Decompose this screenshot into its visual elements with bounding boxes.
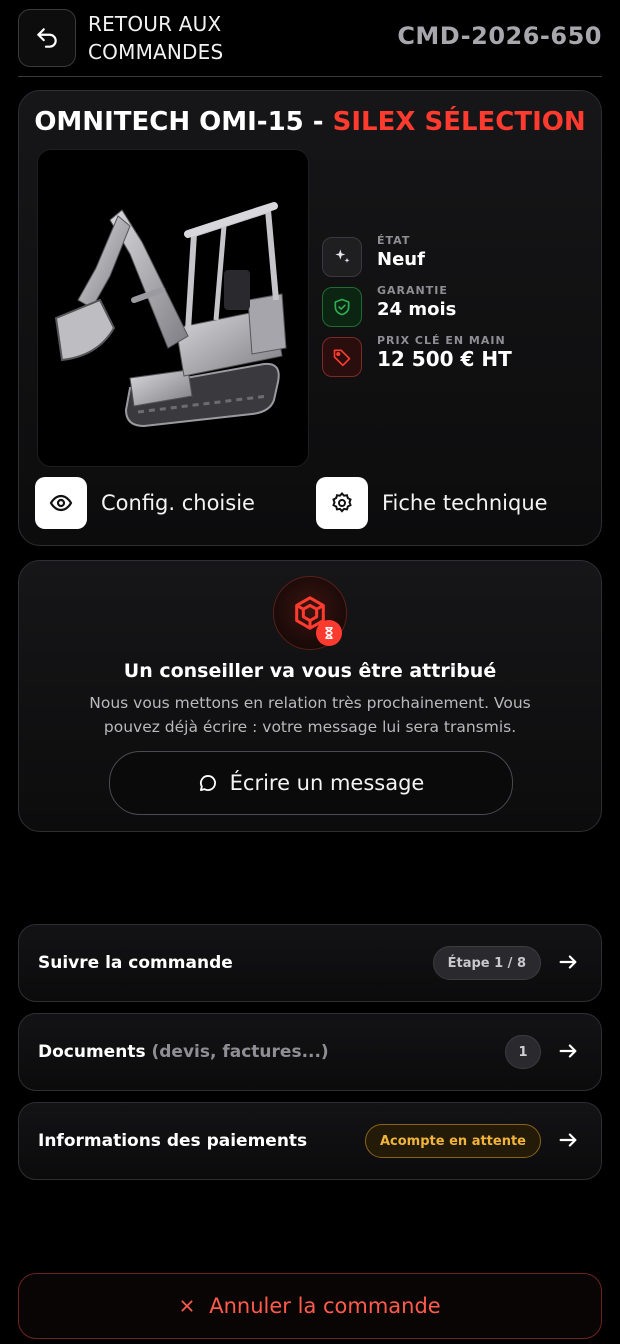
documents-count-badge: 1 <box>505 1035 541 1069</box>
config-button[interactable]: Config. choisie <box>35 477 255 529</box>
return-arrow-icon <box>37 28 57 48</box>
close-icon <box>181 1300 193 1312</box>
spec-value: 12 500 € HT <box>377 347 512 371</box>
spec-value: Neuf <box>377 249 425 270</box>
spec-label: ÉTAT <box>377 234 411 247</box>
advisor-title: Un conseiller va vous être attribué <box>123 660 497 682</box>
row-label: Informations des paiements <box>38 1131 308 1151</box>
technical-sheet-label: Fiche technique <box>382 491 548 515</box>
chat-bubble-icon <box>199 774 216 791</box>
config-button-label: Config. choisie <box>101 491 255 515</box>
mini-excavator-illustration <box>54 202 287 428</box>
spec-value: 24 mois <box>377 299 457 320</box>
price-tag-icon <box>322 337 362 377</box>
row-label: Suivre la commande <box>38 953 233 973</box>
spec-label: PRIX CLÉ EN MAIN <box>377 334 506 347</box>
arrow-right-icon <box>559 1044 577 1058</box>
product-photo[interactable] <box>37 149 309 467</box>
eye-icon <box>35 477 87 529</box>
header-divider <box>18 76 602 77</box>
technical-sheet-button[interactable]: Fiche technique <box>316 477 548 529</box>
write-message-button[interactable]: Écrire un message <box>109 751 513 815</box>
cancel-order-button[interactable]: Annuler la commande <box>18 1273 602 1339</box>
row-label-hint: (devis, factures...) <box>151 1042 329 1062</box>
cancel-order-label: Annuler la commande <box>209 1294 441 1318</box>
product-edition: SILEX SÉLECTION <box>332 107 586 137</box>
product-card: OMNITECH OMI-15 - SILEX SÉLECTION ÉTAT N… <box>18 90 602 546</box>
shield-check-icon <box>322 287 362 327</box>
back-label[interactable]: RETOUR AUX COMMANDES <box>88 10 288 66</box>
step-badge: Étape 1 / 8 <box>432 946 541 980</box>
row-label: Documents (devis, factures...) <box>38 1042 329 1062</box>
payments-row[interactable]: Informations des paiements Acompte en at… <box>18 1102 602 1180</box>
documents-row[interactable]: Documents (devis, factures...) 1 <box>18 1013 602 1091</box>
top-bar: RETOUR AUX COMMANDES CMD-2026-650 <box>18 0 602 76</box>
product-title: OMNITECH OMI-15 - SILEX SÉLECTION <box>19 107 601 137</box>
advisor-card: Un conseiller va vous être attribué Nous… <box>18 560 602 832</box>
product-model: OMNITECH OMI-15 - <box>34 107 333 137</box>
track-order-row[interactable]: Suivre la commande Étape 1 / 8 <box>18 924 602 1002</box>
advisor-description: Nous vous mettons en relation très proch… <box>89 694 531 736</box>
order-id: CMD-2026-650 <box>397 22 602 50</box>
arrow-right-icon <box>559 1133 577 1147</box>
payment-status-badge: Acompte en attente <box>364 1124 541 1158</box>
write-message-label: Écrire un message <box>229 771 425 795</box>
back-button[interactable] <box>18 9 76 67</box>
sparkle-icon <box>322 237 362 277</box>
hourglass-icon <box>316 620 342 646</box>
gear-icon <box>316 477 368 529</box>
spec-label: GARANTIE <box>377 284 448 297</box>
arrow-right-icon <box>559 955 577 969</box>
